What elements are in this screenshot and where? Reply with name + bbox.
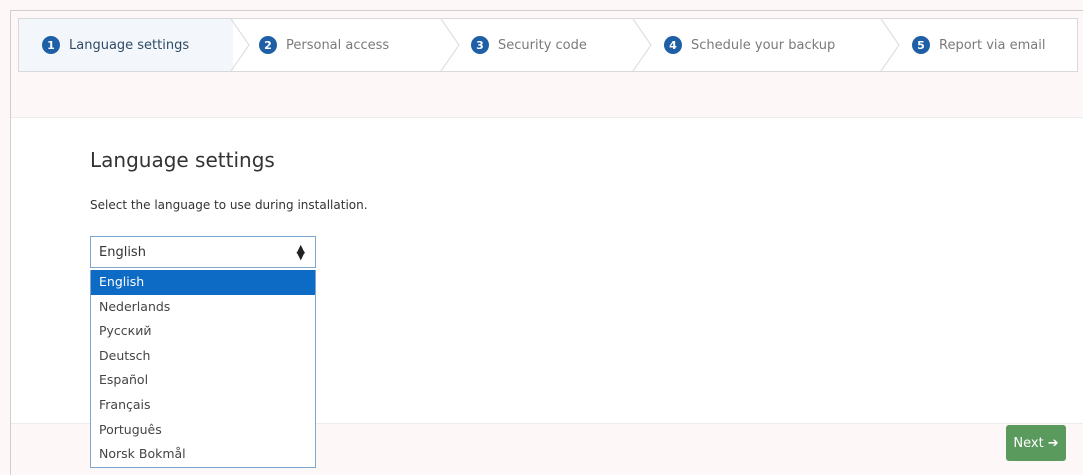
- step-report-email[interactable]: 5 Report via email: [912, 19, 1045, 71]
- arrow-right-icon: ➔: [1047, 435, 1059, 451]
- chevron-separator-icon: [230, 19, 250, 71]
- language-dropdown-list: English Nederlands Русский Deutsch Españ…: [90, 270, 316, 468]
- step-label: Schedule your backup: [691, 37, 836, 53]
- next-button-label: Next: [1013, 435, 1044, 451]
- language-select-value: English: [99, 244, 146, 260]
- step-label: Report via email: [939, 37, 1046, 53]
- language-option-nederlands[interactable]: Nederlands: [91, 295, 315, 320]
- language-option-deutsch[interactable]: Deutsch: [91, 344, 315, 369]
- step-number-badge: 3: [471, 36, 489, 54]
- language-option-francais[interactable]: Français: [91, 393, 315, 418]
- step-label: Language settings: [69, 37, 190, 53]
- language-option-espanol[interactable]: Español: [91, 368, 315, 393]
- page-title: Language settings: [90, 148, 275, 172]
- language-option-norsk-bokmal[interactable]: Norsk Bokmål: [91, 442, 315, 467]
- step-label: Personal access: [286, 37, 390, 53]
- step-label: Security code: [498, 37, 587, 53]
- chevron-separator-icon: [880, 19, 900, 71]
- wizard-stepper: 1 Language settings 2 Personal access 3 …: [18, 18, 1078, 72]
- step-number-badge: 1: [42, 36, 60, 54]
- installer-window: 1 Language settings 2 Personal access 3 …: [10, 10, 1083, 475]
- language-select[interactable]: English ▲ ▼: [90, 236, 316, 268]
- page-description: Select the language to use during instal…: [90, 198, 368, 212]
- step-number-badge: 4: [664, 36, 682, 54]
- language-option-english[interactable]: English: [91, 270, 315, 295]
- content-panel: Language settings Select the language to…: [11, 117, 1083, 468]
- step-number-badge: 5: [912, 36, 930, 54]
- step-number-badge: 2: [259, 36, 277, 54]
- step-schedule-backup[interactable]: 4 Schedule your backup: [664, 19, 835, 71]
- step-security-code[interactable]: 3 Security code: [471, 19, 587, 71]
- chevron-separator-icon: [632, 19, 652, 71]
- next-button[interactable]: Next ➔: [1006, 425, 1066, 461]
- language-option-russian[interactable]: Русский: [91, 319, 315, 344]
- step-personal-access[interactable]: 2 Personal access: [259, 19, 389, 71]
- chevron-separator-icon: [440, 19, 460, 71]
- language-option-portugues[interactable]: Português: [91, 418, 315, 443]
- select-arrows-icon: ▲ ▼: [296, 242, 305, 262]
- step-language-settings[interactable]: 1 Language settings: [19, 19, 233, 71]
